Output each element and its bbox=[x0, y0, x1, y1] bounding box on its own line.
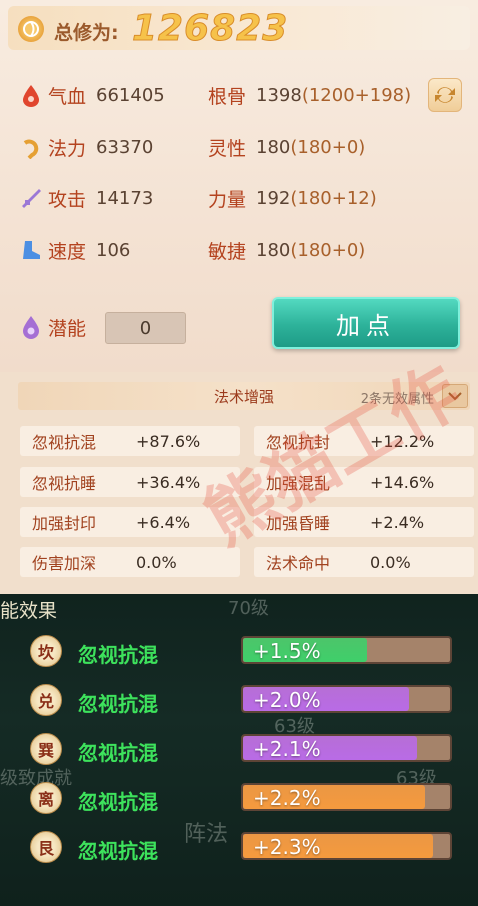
effect-label: 能效果 bbox=[0, 600, 58, 622]
trigram-row: 离 忽视抗混 +2.2% bbox=[0, 779, 478, 819]
magic-enhancement-section: 法术增强 2条无效属性 忽视抗混 +87.6% 忽视抗封 +12.2% 忽视抗睡 +3… bbox=[0, 372, 478, 594]
stat-power-name: 力量 bbox=[208, 188, 247, 211]
trigram-icon: 巽 bbox=[30, 733, 62, 765]
magic-cell: 法术命中 0.0% bbox=[254, 547, 474, 577]
bonus-bar: +2.3% bbox=[241, 832, 452, 860]
trigram-label: 忽视抗混 bbox=[78, 839, 158, 863]
bonus-bar: +2.0% bbox=[241, 685, 452, 713]
stat-hp: 气血 661405 bbox=[18, 80, 165, 110]
stat-spd-value: 106 bbox=[96, 239, 131, 261]
invalid-attributes-hint: 2条无效属性 bbox=[360, 392, 434, 407]
stat-atk-value: 14173 bbox=[96, 187, 154, 209]
stat-spirit: 灵性 180 (180+0) bbox=[208, 132, 365, 162]
magic-cell: 伤害加深 0.0% bbox=[20, 547, 240, 577]
attribute-panel: 总修为: 126823 气血 661405 法力 63370 攻击 14173 … bbox=[0, 0, 478, 372]
trigram-row: 兑 忽视抗混 +2.0% bbox=[0, 681, 478, 721]
bonus-bar: +2.2% bbox=[241, 783, 452, 811]
expand-dropdown-button[interactable] bbox=[442, 384, 468, 408]
refresh-icon bbox=[435, 87, 455, 103]
stat-hp-name: 气血 bbox=[48, 85, 87, 108]
stat-spirit-detail: (180+0) bbox=[290, 136, 366, 158]
bonus-bar: +1.5% bbox=[241, 636, 452, 664]
refresh-button[interactable] bbox=[428, 78, 462, 112]
stat-atk-name: 攻击 bbox=[48, 188, 87, 211]
stat-atk: 攻击 14173 bbox=[18, 183, 153, 213]
cultivation-emblem-icon bbox=[18, 16, 44, 42]
chevron-down-icon bbox=[448, 392, 462, 401]
potential-flame-icon bbox=[18, 314, 44, 340]
total-cultivation-label: 总修为: bbox=[54, 22, 119, 44]
stat-agi-detail: (180+0) bbox=[290, 239, 366, 261]
trigram-label: 忽视抗混 bbox=[78, 741, 158, 765]
blood-drop-icon bbox=[18, 82, 44, 108]
magic-cell: 加强封印 +6.4% bbox=[20, 507, 240, 537]
add-points-button[interactable]: 加点 bbox=[272, 297, 460, 349]
stat-spirit-value: 180 bbox=[256, 136, 291, 158]
stat-mp-value: 63370 bbox=[96, 136, 154, 158]
stat-agi: 敏捷 180 (180+0) bbox=[208, 235, 365, 265]
stat-power: 力量 192 (180+12) bbox=[208, 183, 377, 213]
trigram-row: 巽 忽视抗混 +2.1% bbox=[0, 730, 478, 770]
magic-enhancement-header: 法术增强 2条无效属性 bbox=[18, 382, 470, 410]
trigram-label: 忽视抗混 bbox=[78, 790, 158, 814]
stat-mp: 法力 63370 bbox=[18, 132, 153, 162]
stat-root-value: 1398 bbox=[256, 84, 302, 106]
trigram-row: 坎 忽视抗混 +1.5% bbox=[0, 632, 478, 672]
potential-value-field: 0 bbox=[105, 312, 186, 344]
stat-potential: 潜能 bbox=[18, 312, 96, 342]
stat-power-value: 192 bbox=[256, 187, 291, 209]
magic-cell: 忽视抗混 +87.6% bbox=[20, 426, 240, 456]
total-cultivation-header: 总修为: 126823 bbox=[8, 6, 470, 50]
stat-power-detail: (180+12) bbox=[290, 187, 377, 209]
stat-root: 根骨 1398 (1200+198) bbox=[208, 80, 411, 110]
stat-mp-name: 法力 bbox=[48, 137, 87, 160]
stat-root-detail: (1200+198) bbox=[301, 84, 412, 106]
trigram-label: 忽视抗混 bbox=[78, 692, 158, 716]
stat-root-name: 根骨 bbox=[208, 85, 247, 108]
total-cultivation-value: 126823 bbox=[131, 8, 289, 50]
stat-agi-name: 敏捷 bbox=[208, 240, 247, 263]
stat-hp-value: 661405 bbox=[96, 84, 165, 106]
trigram-label: 忽视抗混 bbox=[78, 643, 158, 667]
stat-potential-name: 潜能 bbox=[48, 317, 87, 340]
trigram-bonus-panel: 能效果 70级 63级 级致成就 63级 阵法 坎 忽视抗混 +1.5% 兑 忽… bbox=[0, 594, 478, 906]
trigram-row: 艮 忽视抗混 +2.3% bbox=[0, 828, 478, 868]
stat-spd: 速度 106 bbox=[18, 235, 130, 265]
magic-cell: 忽视抗封 +12.2% bbox=[254, 426, 474, 456]
magic-cell: 加强昏睡 +2.4% bbox=[254, 507, 474, 537]
trigram-icon: 兑 bbox=[30, 684, 62, 716]
sword-icon bbox=[18, 185, 44, 211]
magic-cell: 加强混乱 +14.6% bbox=[254, 467, 474, 497]
mana-swirl-icon bbox=[18, 134, 44, 160]
magic-cell: 忽视抗睡 +36.4% bbox=[20, 467, 240, 497]
trigram-icon: 离 bbox=[30, 782, 62, 814]
stat-spirit-name: 灵性 bbox=[208, 137, 247, 160]
trigram-icon: 艮 bbox=[30, 831, 62, 863]
stat-agi-value: 180 bbox=[256, 239, 291, 261]
trigram-icon: 坎 bbox=[30, 635, 62, 667]
bg-level-70: 70级 bbox=[228, 598, 269, 619]
stat-spd-name: 速度 bbox=[48, 240, 87, 263]
boot-icon bbox=[18, 237, 44, 263]
bonus-bar: +2.1% bbox=[241, 734, 452, 762]
